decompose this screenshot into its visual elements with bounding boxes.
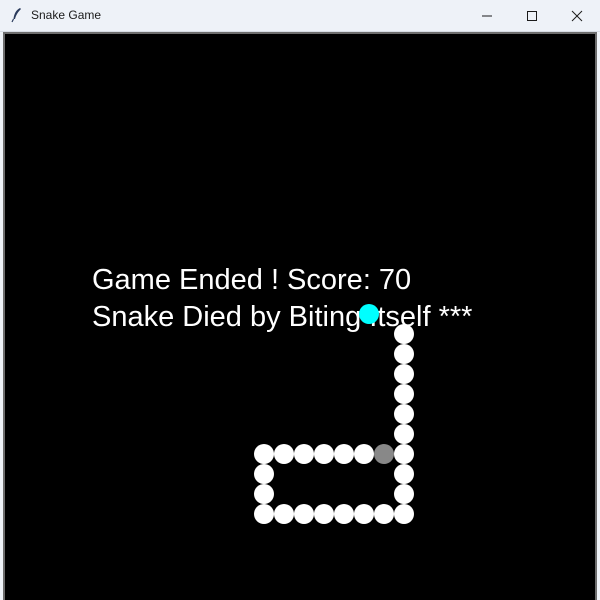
game-over-message-line1: Game Ended ! Score: 70 <box>92 264 411 296</box>
food-pellet <box>359 304 379 324</box>
food-layer <box>359 304 379 324</box>
snake-segment <box>394 504 414 524</box>
snake-segment <box>394 364 414 384</box>
snake-segment <box>254 504 274 524</box>
snake-segment <box>314 444 334 464</box>
snake-segment <box>294 504 314 524</box>
snake-segment <box>254 484 274 504</box>
snake-segment <box>374 504 394 524</box>
snake-head <box>374 444 394 464</box>
snake-segment <box>394 404 414 424</box>
snake-segment <box>334 444 354 464</box>
snake-segment <box>394 344 414 364</box>
snake-segment <box>274 444 294 464</box>
snake-segment <box>254 444 274 464</box>
snake-segment <box>394 384 414 404</box>
game-over-message-line2: Snake Died by Biting Itself *** <box>92 301 472 333</box>
snake-segment <box>394 424 414 444</box>
snake-segment <box>334 504 354 524</box>
snake-segment <box>394 484 414 504</box>
snake <box>254 324 414 524</box>
snake-segment <box>394 464 414 484</box>
snake-segment <box>354 504 374 524</box>
snake-segment <box>254 464 274 484</box>
snake-segment <box>274 504 294 524</box>
snake-segment <box>314 504 334 524</box>
game-window: Snake Game Game Ended ! Score: 70 Snake … <box>0 0 600 600</box>
snake-segment <box>394 444 414 464</box>
game-board: Game Ended ! Score: 70 Snake Died by Bit… <box>92 264 472 524</box>
snake-segment <box>354 444 374 464</box>
snake-segment <box>294 444 314 464</box>
